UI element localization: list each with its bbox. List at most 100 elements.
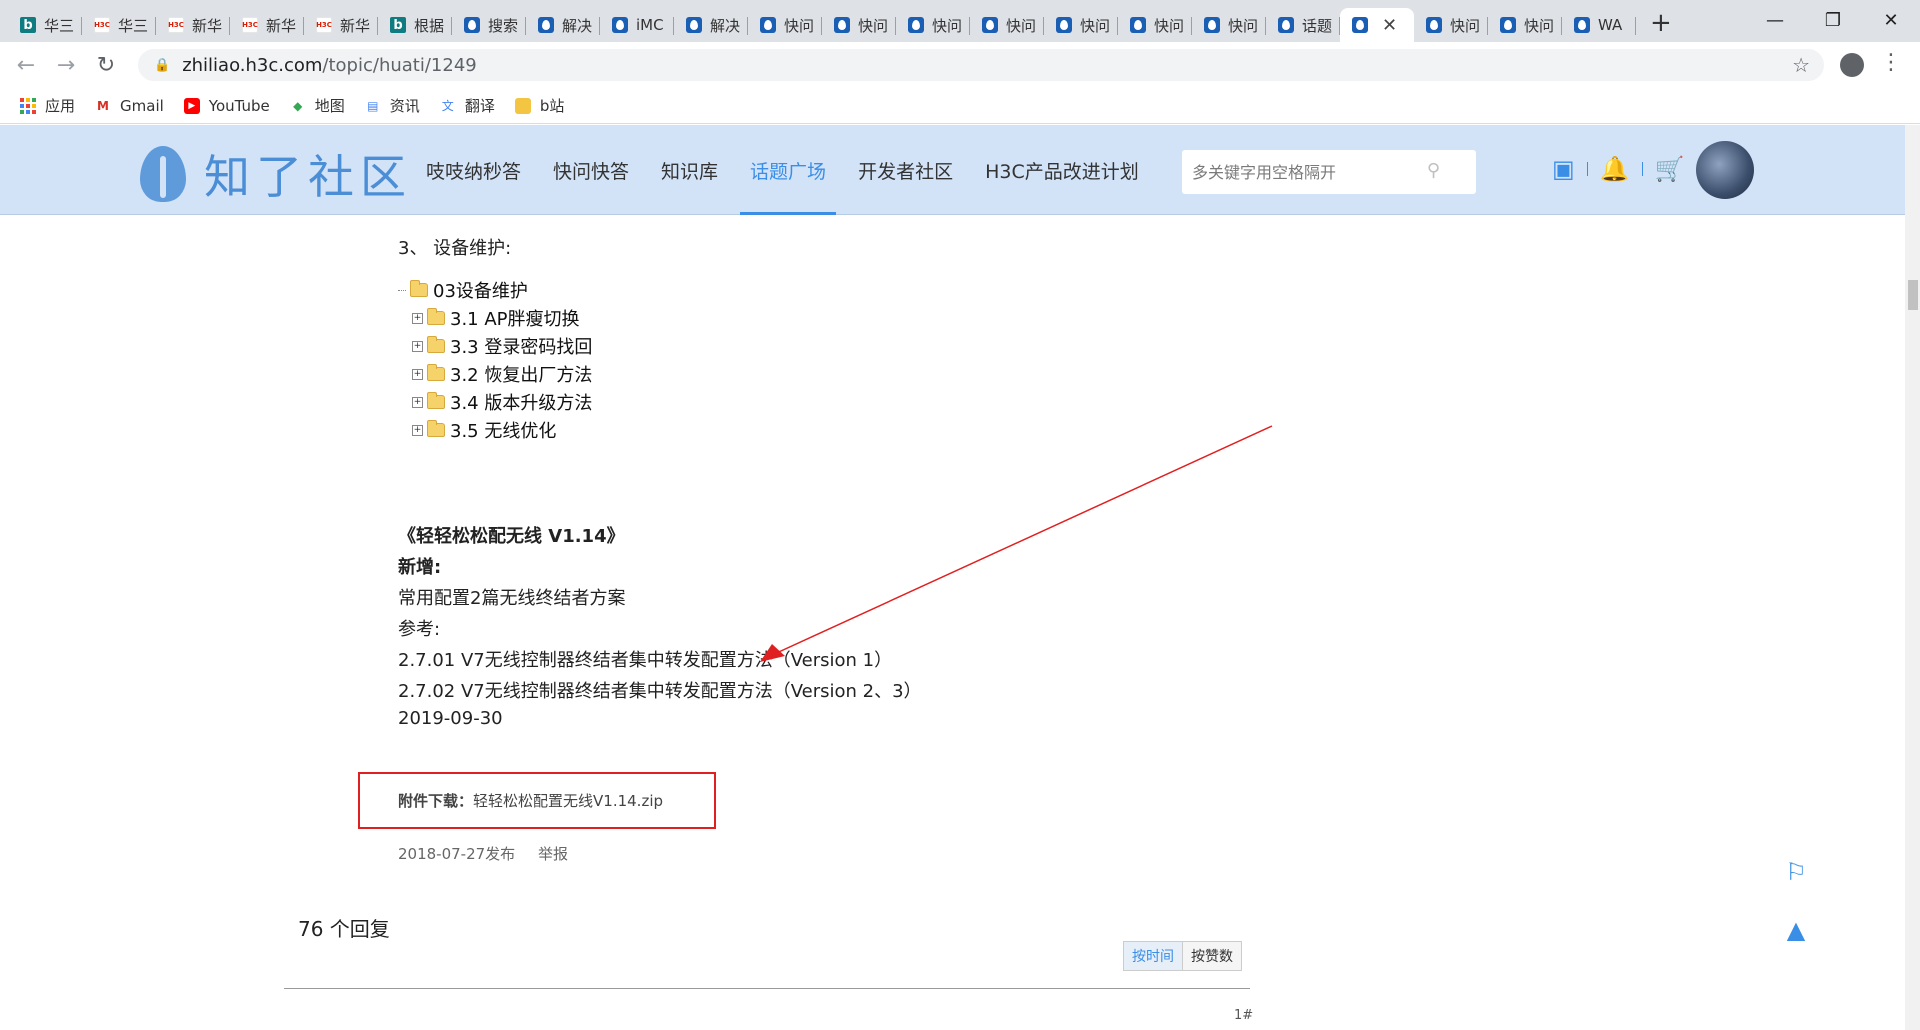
- site-logo[interactable]: 知了社区: [140, 141, 412, 207]
- browser-tab[interactable]: 快问: [1118, 8, 1192, 42]
- browser-tab[interactable]: b 华三: [8, 8, 82, 42]
- page-scrollbar[interactable]: [1905, 125, 1920, 1030]
- zhiliao-icon: [1352, 17, 1368, 33]
- tab-label: 快问: [784, 16, 815, 35]
- back-to-top-icon[interactable]: ▲: [1780, 914, 1812, 946]
- browser-tab[interactable]: WA: [1562, 8, 1636, 42]
- zhiliao-icon: [1426, 17, 1442, 33]
- back-button[interactable]: ←: [8, 47, 44, 83]
- tab-close-icon[interactable]: ✕: [1382, 15, 1397, 36]
- browser-tab[interactable]: 话题: [1266, 8, 1340, 42]
- browser-tab[interactable]: 解决: [674, 8, 748, 42]
- browser-tab[interactable]: H3C 新华: [230, 8, 304, 42]
- bookmark-item[interactable]: ▶ YouTube: [183, 97, 270, 115]
- nav-item[interactable]: 知识库: [645, 125, 734, 215]
- reload-button[interactable]: ↻: [88, 47, 124, 83]
- browser-tab[interactable]: 快问: [1044, 8, 1118, 42]
- browser-tab[interactable]: b 根据: [378, 8, 452, 42]
- search-icon[interactable]: ⚲: [1427, 160, 1440, 181]
- nav-item[interactable]: 开发者社区: [842, 125, 969, 215]
- close-window-icon[interactable]: ✕: [1862, 0, 1920, 40]
- nav-item[interactable]: 快问快答: [537, 125, 645, 215]
- tab-label: 华三: [118, 16, 149, 35]
- browser-tab[interactable]: 搜索: [452, 8, 526, 42]
- profile-icon[interactable]: [1840, 53, 1864, 77]
- bookmark-item[interactable]: b站: [514, 95, 564, 116]
- zhiliao-icon: [538, 17, 554, 33]
- zhiliao-icon: [982, 17, 998, 33]
- url-path: /topic/huati/1249: [322, 54, 477, 76]
- bookmarks-bar: 应用 M Gmail ▶ YouTube ◆ 地图 ▤ 资讯 文翻译 b站: [0, 88, 1920, 124]
- browser-tab[interactable]: H3C 华三: [82, 8, 156, 42]
- zhiliao-icon: [760, 17, 776, 33]
- zhiliao-icon: [1056, 17, 1072, 33]
- tab-label: 话题: [1302, 16, 1333, 35]
- forward-button[interactable]: →: [48, 47, 84, 83]
- browser-tab[interactable]: 快问: [1192, 8, 1266, 42]
- browser-tab[interactable]: 快问: [1414, 8, 1488, 42]
- bookmark-star-icon[interactable]: ☆: [1792, 53, 1810, 77]
- site-search[interactable]: ⚲: [1182, 150, 1476, 194]
- tab-label: 搜索: [488, 16, 519, 35]
- bing-icon: b: [20, 17, 36, 33]
- browser-tab[interactable]: 快问: [1488, 8, 1562, 42]
- bookmark-item[interactable]: ◆ 地图: [290, 95, 345, 116]
- restore-icon[interactable]: ❐: [1804, 0, 1862, 40]
- nav-item[interactable]: 话题广场: [734, 125, 842, 215]
- browser-tab[interactable]: 快问: [822, 8, 896, 42]
- separator: [1586, 162, 1588, 176]
- h3c-icon: H3C: [316, 17, 332, 33]
- browser-tab[interactable]: 快问: [896, 8, 970, 42]
- new-tab-button[interactable]: +: [1650, 8, 1672, 38]
- browser-toolbar: ← → ↻ 🔒 zhiliao.h3c.com/topic/huati/1249…: [0, 42, 1920, 88]
- h3c-icon: H3C: [94, 17, 110, 33]
- browser-tab[interactable]: 快问: [970, 8, 1044, 42]
- bookmark-item[interactable]: ▤ 资讯: [365, 95, 420, 116]
- tab-label: 快问: [1006, 16, 1037, 35]
- calendar-check-icon[interactable]: ▣: [1552, 155, 1575, 183]
- feedback-icon[interactable]: ⚐: [1780, 856, 1812, 888]
- site-header: 知了社区 吱吱纳秒答快问快答知识库话题广场开发者社区H3C产品改进计划 ⚲ ▣ …: [0, 125, 1905, 215]
- tab-label: 快问: [1524, 16, 1555, 35]
- bookmark-item[interactable]: M Gmail: [95, 97, 164, 115]
- h3c-icon: H3C: [168, 17, 184, 33]
- bell-icon[interactable]: 🔔: [1600, 155, 1630, 183]
- bookmark-item[interactable]: 文翻译: [440, 95, 495, 116]
- logo-text: 知了社区: [204, 150, 412, 204]
- browser-tab[interactable]: 解决: [526, 8, 600, 42]
- tab-label: 华三: [44, 16, 75, 35]
- browser-tab[interactable]: 快问: [748, 8, 822, 42]
- browser-tab[interactable]: H3C 新华: [156, 8, 230, 42]
- cart-icon[interactable]: 🛒: [1655, 155, 1685, 183]
- bookmark-label: 地图: [314, 97, 345, 115]
- browser-tab[interactable]: H3C 新华: [304, 8, 378, 42]
- annotation-arrow-shaft: [769, 425, 1273, 657]
- youtube-icon: ▶: [183, 97, 200, 114]
- header-icons: ▣ 🔔 🛒: [1552, 155, 1696, 183]
- zhiliao-icon: [1278, 17, 1294, 33]
- browser-menu-icon[interactable]: ⋮: [1880, 50, 1902, 75]
- tab-label: 快问: [1450, 16, 1481, 35]
- bookmark-item[interactable]: 应用: [20, 95, 75, 116]
- zhiliao-icon: [908, 17, 924, 33]
- nav-item[interactable]: H3C产品改进计划: [969, 125, 1155, 215]
- nav-item[interactable]: 吱吱纳秒答: [410, 125, 537, 215]
- browser-tab[interactable]: ✕: [1340, 8, 1414, 42]
- address-bar[interactable]: 🔒 zhiliao.h3c.com/topic/huati/1249 ☆: [136, 47, 1826, 83]
- tab-label: WA: [1598, 16, 1623, 34]
- tab-label: iMC: [636, 16, 664, 34]
- annotation-arrow-head: [760, 644, 785, 662]
- tab-list: b 华三 H3C 华三 H3C 新华 H3C 新华 H3C 新华 b 根据 搜索 解决 iMC 解决 快问 快问 快…: [0, 0, 1672, 42]
- separator: [1641, 162, 1643, 176]
- cicada-logo-icon: [140, 146, 186, 202]
- tab-label: 快问: [1154, 16, 1185, 35]
- user-avatar[interactable]: [1696, 141, 1754, 199]
- floating-tools: ⚐ ▲: [1780, 856, 1812, 972]
- main-nav: 吱吱纳秒答 快问快答 知识库 话题广场 开发者社区 H3C产品改进计划: [410, 125, 1155, 215]
- tab-label: 快问: [932, 16, 963, 35]
- minimize-icon[interactable]: —: [1746, 0, 1804, 40]
- search-input[interactable]: [1192, 162, 1422, 182]
- scroll-thumb[interactable]: [1908, 280, 1918, 310]
- apps-grid-icon: [20, 97, 36, 114]
- browser-tab[interactable]: iMC: [600, 8, 674, 42]
